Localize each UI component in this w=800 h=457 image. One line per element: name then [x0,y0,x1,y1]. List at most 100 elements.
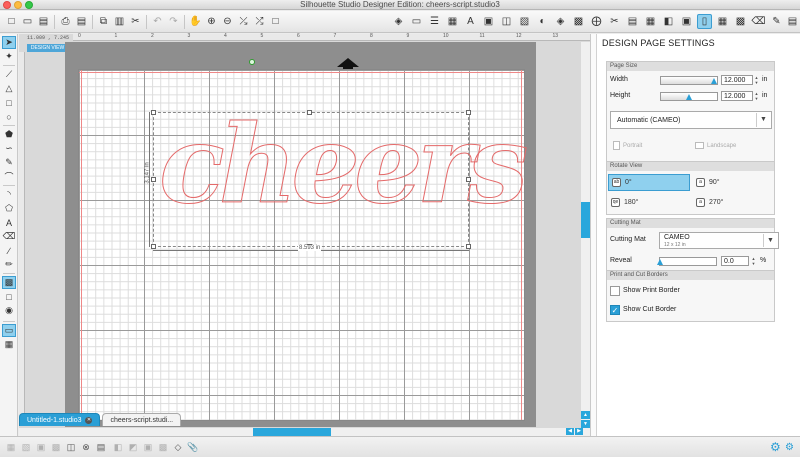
rotate-0-option[interactable]: ab 0° [608,174,690,191]
eraser-icon[interactable]: ⌫ [751,14,766,29]
media-icon[interactable]: ▣ [679,14,694,29]
cut-style-icon[interactable]: ▩ [733,14,748,29]
redo-icon[interactable]: ↷ [166,14,181,29]
zoom-out-icon[interactable]: ⊖ [220,14,235,29]
page-settings-icon[interactable]: ▯ [697,14,712,29]
regular-polygon-icon[interactable]: ⬠ [2,202,16,215]
design-workspace[interactable]: 11.009 , 7.245 DESIGN VIEW 0 1 2 3 4 5 6 7 8 9 10 1… [19,33,590,436]
attach-icon[interactable]: 📎 [187,441,199,453]
zoom-page-icon[interactable]: □ [268,14,283,29]
cut-mat-icon[interactable]: ▩ [2,276,16,289]
eyedropper-icon[interactable]: ✏ [2,258,16,271]
chevron-down-icon[interactable]: ▼ [763,234,777,247]
line-icon[interactable]: ⟋ [2,68,16,81]
send-back-icon[interactable]: ◩ [127,441,139,453]
release-compound-icon[interactable]: ▩ [50,441,62,453]
width-stepper[interactable]: ▲ ▼ [754,75,759,85]
vertical-scrollbar[interactable]: ▲ ▼ [581,42,590,430]
curve-icon[interactable]: ⌒ [2,170,16,183]
cheers-design-text[interactable]: cheers [158,110,528,221]
print-icon[interactable]: ⎙ [58,14,73,29]
height-slider-knob[interactable] [686,94,692,100]
point-edit-icon[interactable]: ✦ [2,50,16,63]
cut-settings-icon[interactable]: ✂ [607,14,622,29]
cut-to-printer-icon[interactable]: ▤ [74,14,89,29]
modify-icon[interactable]: ◐ [535,14,550,29]
undo-icon[interactable]: ↶ [150,14,165,29]
send-backward-icon[interactable]: ▩ [157,441,169,453]
reveal-field[interactable]: 0.0 [721,256,749,266]
reveal-stepper[interactable]: ▲ ▼ [751,256,756,266]
save-icon[interactable]: ▤ [36,14,51,29]
cut-send-icon[interactable]: ▤ [785,14,800,29]
gear-small-icon[interactable]: ⚙ [785,442,794,453]
text-icon[interactable]: A [2,216,16,229]
rotate-270-option[interactable]: a 270° [693,194,773,211]
eraser-tool-icon[interactable]: ⌫ [2,230,16,243]
height-stepper[interactable]: ▲ ▼ [754,91,759,101]
group-icon[interactable]: ▦ [5,441,17,453]
rotate-180-option[interactable]: qe 180° [608,194,690,211]
landscape-option[interactable]: Landscape [695,142,736,149]
doc-tab-untitled[interactable]: Untitled-1.studio3 ✕ [19,413,101,426]
horizontal-scroll-thumb[interactable] [253,428,331,436]
open-icon[interactable]: ▭ [20,14,35,29]
weld-icon[interactable]: ◇ [172,441,184,453]
width-slider[interactable] [660,76,718,85]
gear-icon[interactable]: ⚙ [770,440,781,454]
grid-icon[interactable]: ▦ [715,14,730,29]
library-icon[interactable]: ▦ [643,14,658,29]
media-view-icon[interactable]: ▦ [2,338,16,351]
line-style-icon[interactable]: ☰ [427,14,442,29]
line-color-icon[interactable]: ▭ [409,14,424,29]
duplicate-icon[interactable]: ▤ [95,441,107,453]
design-view-icon[interactable]: ▭ [2,324,16,337]
cutting-mat-dropdown[interactable]: CAMEO 12 x 12 in ▼ [659,232,779,249]
pan-icon[interactable]: ✋ [188,14,203,29]
design-page[interactable]: cheers 8.593 in 3.147 in [78,69,529,421]
ellipse-icon[interactable]: ○ [2,110,16,123]
delete-icon[interactable]: ⊗ [80,441,92,453]
sketch-icon[interactable]: ✎ [769,14,784,29]
align-icon[interactable]: ◫ [499,14,514,29]
freehand-icon[interactable]: ∽ [2,142,16,155]
rectangle-icon[interactable]: □ [2,96,16,109]
paste-icon[interactable]: ▥ [112,14,127,29]
show-print-border-checkbox[interactable] [610,286,620,296]
scroll-down-icon[interactable]: ▼ [581,420,590,428]
chevron-down-icon[interactable]: ▼ [756,113,770,127]
page-size-preset-dropdown[interactable]: Automatic (CAMEO) ▼ [610,111,772,129]
zoom-in-icon[interactable]: ⊕ [204,14,219,29]
fill-pattern-icon[interactable]: ▦ [445,14,460,29]
portrait-option[interactable]: Portrait [613,141,642,150]
select-all-icon[interactable]: ◫ [65,441,77,453]
doc-tab-cheers[interactable]: cheers-script.studi... [102,413,182,426]
polygon-icon[interactable]: △ [2,82,16,95]
text-to-path-icon[interactable]: □ [2,290,16,303]
horizontal-scrollbar[interactable]: ◀ ▶ [19,428,590,436]
close-icon[interactable]: ✕ [85,416,93,424]
fill-icon[interactable]: ◉ [2,304,16,317]
scissors-icon[interactable]: ✂ [128,14,143,29]
offset-icon[interactable]: ◈ [553,14,568,29]
resize-handle[interactable] [151,244,156,249]
registration-icon[interactable]: ⨁ [589,14,604,29]
reveal-slider[interactable] [657,257,717,266]
make-compound-icon[interactable]: ▣ [35,441,47,453]
scroll-right-icon[interactable]: ▶ [575,428,583,435]
height-slider[interactable] [660,92,718,101]
width-slider-knob[interactable] [711,78,718,84]
pencil-icon[interactable]: ✎ [2,156,16,169]
width-field[interactable]: 12.000 [721,75,753,85]
knife-icon[interactable]: ∕ [2,244,16,257]
select-icon[interactable]: ➤ [2,36,16,49]
arc-icon[interactable]: ◝ [2,188,16,201]
new-document-icon[interactable]: □ [4,14,19,29]
height-field[interactable]: 12.000 [721,91,753,101]
zoom-fit-icon[interactable]: ⤮ [252,14,267,29]
fill-color-icon[interactable]: ◈ [391,14,406,29]
rotate-90-option[interactable]: a 90° [693,174,773,191]
scroll-up-icon[interactable]: ▲ [581,411,590,419]
bring-front-icon[interactable]: ◧ [112,441,124,453]
zoom-select-icon[interactable]: ⤰ [236,14,251,29]
